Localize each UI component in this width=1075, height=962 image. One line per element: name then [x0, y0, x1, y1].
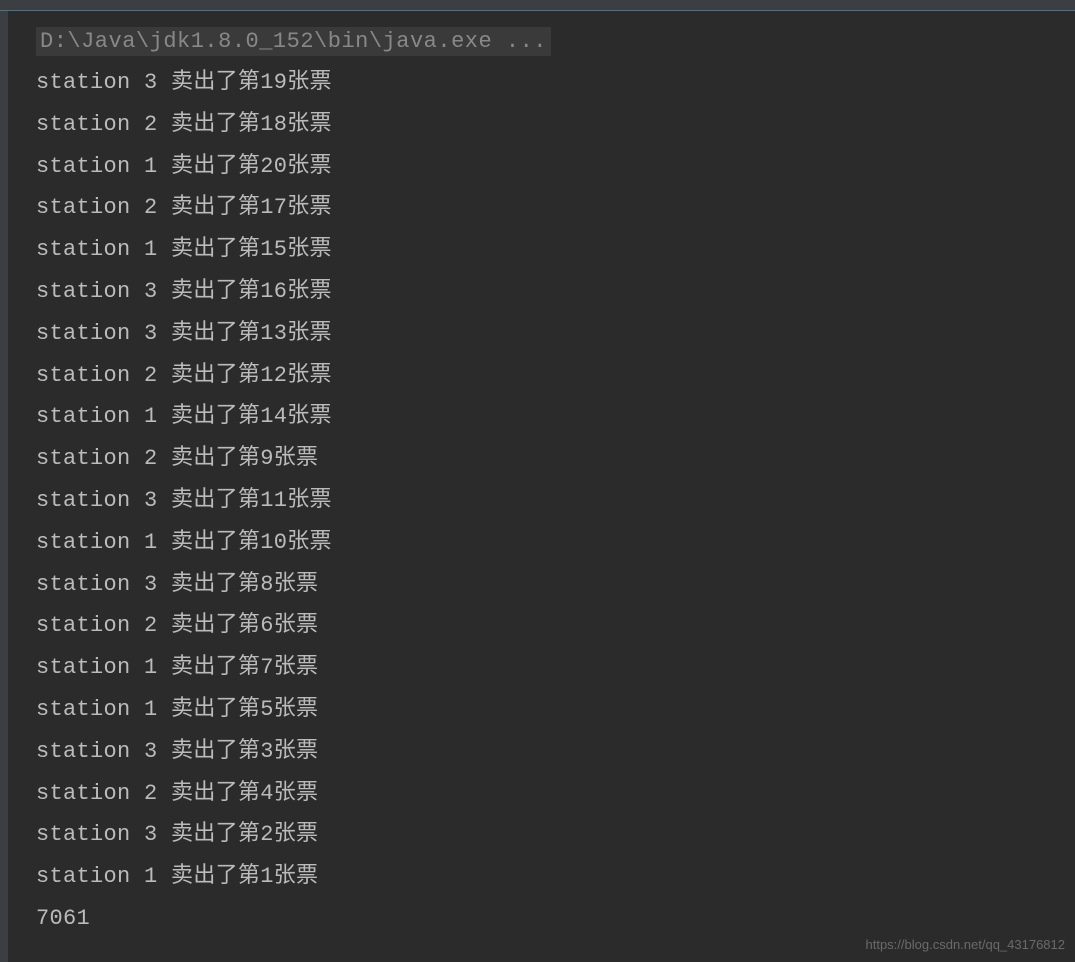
station-label: station 3: [36, 279, 158, 304]
console-line: station 2 卖出了第6张票: [36, 605, 1047, 647]
ticket-message: 卖出了第11张票: [158, 488, 332, 513]
station-label: station 1: [36, 530, 158, 555]
station-label: station 1: [36, 404, 158, 429]
ticket-message: 卖出了第18张票: [158, 112, 332, 137]
ticket-message: 卖出了第2张票: [158, 822, 319, 847]
ticket-message: 卖出了第8张票: [158, 572, 319, 597]
station-label: station 3: [36, 70, 158, 95]
ticket-message: 卖出了第13张票: [158, 321, 332, 346]
station-label: station 1: [36, 655, 158, 680]
watermark-text: https://blog.csdn.net/qq_43176812: [866, 937, 1066, 952]
station-label: station 1: [36, 154, 158, 179]
station-label: station 3: [36, 488, 158, 513]
ticket-message: 卖出了第9张票: [158, 446, 319, 471]
station-label: station 3: [36, 572, 158, 597]
ticket-message: 卖出了第14张票: [158, 404, 332, 429]
console-output[interactable]: D:\Java\jdk1.8.0_152\bin\java.exe ... st…: [8, 11, 1075, 962]
station-label: station 1: [36, 697, 158, 722]
ticket-message: 卖出了第7张票: [158, 655, 319, 680]
ticket-message: 卖出了第5张票: [158, 697, 319, 722]
console-line: station 1 卖出了第7张票: [36, 647, 1047, 689]
ticket-message: 卖出了第1张票: [158, 864, 319, 889]
ticket-message: 卖出了第17张票: [158, 195, 332, 220]
console-line: station 1 卖出了第10张票: [36, 522, 1047, 564]
station-label: station 3: [36, 739, 158, 764]
ticket-message: 卖出了第10张票: [158, 530, 332, 555]
console-line: station 1 卖出了第1张票: [36, 856, 1047, 898]
console-line: station 3 卖出了第13张票: [36, 313, 1047, 355]
station-label: station 3: [36, 822, 158, 847]
station-label: station 2: [36, 613, 158, 638]
ticket-message: 卖出了第12张票: [158, 363, 332, 388]
ticket-message: 卖出了第16张票: [158, 279, 332, 304]
console-line: station 1 卖出了第5张票: [36, 689, 1047, 731]
console-lines-container: station 3 卖出了第19张票station 2 卖出了第18张票stat…: [36, 62, 1047, 898]
console-line: station 1 卖出了第14张票: [36, 396, 1047, 438]
station-label: station 2: [36, 112, 158, 137]
station-label: station 2: [36, 195, 158, 220]
ticket-message: 卖出了第4张票: [158, 781, 319, 806]
ticket-message: 卖出了第20张票: [158, 154, 332, 179]
station-label: station 2: [36, 446, 158, 471]
console-line: station 3 卖出了第8张票: [36, 564, 1047, 606]
console-line: station 1 卖出了第20张票: [36, 146, 1047, 188]
console-line: station 1 卖出了第15张票: [36, 229, 1047, 271]
station-label: station 1: [36, 237, 158, 262]
console-line: station 3 卖出了第16张票: [36, 271, 1047, 313]
console-line: station 3 卖出了第19张票: [36, 62, 1047, 104]
console-line: station 2 卖出了第9张票: [36, 438, 1047, 480]
console-line: station 2 卖出了第18张票: [36, 104, 1047, 146]
station-label: station 1: [36, 864, 158, 889]
console-line: station 3 卖出了第3张票: [36, 731, 1047, 773]
station-label: station 2: [36, 781, 158, 806]
console-final-line: 7061: [36, 898, 1047, 940]
ticket-message: 卖出了第6张票: [158, 613, 319, 638]
console-line: station 2 卖出了第12张票: [36, 355, 1047, 397]
ticket-message: 卖出了第15张票: [158, 237, 332, 262]
console-line: station 2 卖出了第17张票: [36, 187, 1047, 229]
ticket-message: 卖出了第19张票: [158, 70, 332, 95]
console-line: station 2 卖出了第4张票: [36, 773, 1047, 815]
station-label: station 3: [36, 321, 158, 346]
tab-bar: [0, 0, 1075, 11]
console-line: station 3 卖出了第11张票: [36, 480, 1047, 522]
ticket-message: 卖出了第3张票: [158, 739, 319, 764]
console-gutter: [0, 11, 8, 962]
station-label: station 2: [36, 363, 158, 388]
console-first-line: D:\Java\jdk1.8.0_152\bin\java.exe ...: [36, 27, 551, 56]
console-line: station 3 卖出了第2张票: [36, 814, 1047, 856]
